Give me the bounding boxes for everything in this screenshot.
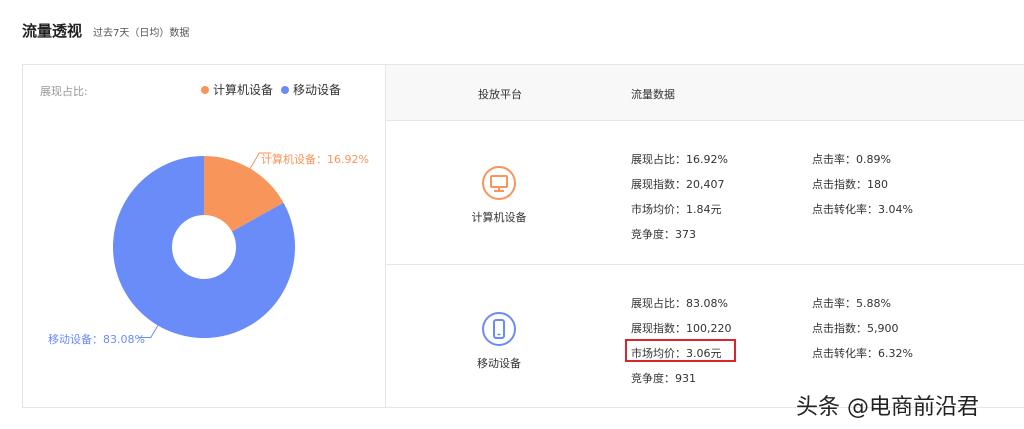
platform-cell-mobile: 移动设备: [464, 311, 534, 371]
stat-share-mobile: 展现占比：83.08%: [631, 297, 728, 310]
traffic-table: 投放平台 流量数据 计算机设备 展现占比：16.92% 展现指数：20,407 …: [386, 65, 1024, 407]
mobile-phone-icon: [482, 312, 516, 346]
share-chart-panel: 展现占比: 计算机设备 移动设备 计算机设备：16.92% 移动设备：83.08…: [23, 65, 386, 407]
page-title: 流量透视: [22, 22, 83, 40]
watermark-text: 头条 @电商前沿君: [796, 395, 979, 420]
stat-clicks-pc: 点击指数：180: [812, 178, 888, 191]
donut-chart: 计算机设备：16.92% 移动设备：83.08%: [48, 152, 369, 346]
table-header: 投放平台 流量数据: [386, 65, 1024, 121]
platform-name-mobile: 移动设备: [477, 357, 521, 370]
desktop-icon: [482, 166, 516, 200]
traffic-panel: 展现占比: 计算机设备 移动设备 计算机设备：16.92% 移动设备：83.08…: [22, 64, 1024, 408]
platform-name-pc: 计算机设备: [471, 211, 527, 224]
page-subtitle: 过去7天（日均）数据: [93, 28, 190, 39]
stat-ctr-pc: 点击率：0.89%: [812, 153, 891, 166]
stat-impressions-pc: 展现指数：20,407: [631, 178, 725, 191]
table-row-mobile: 移动设备 展现占比：83.08% 展现指数：100,220 市场均价：3.06元…: [386, 265, 1024, 407]
stat-competition-mobile: 竞争度：931: [631, 372, 696, 385]
stat-impressions-mobile: 展现指数：100,220: [631, 322, 732, 335]
stat-competition-pc: 竞争度：373: [631, 228, 696, 241]
pie-label-mobile: 移动设备：83.08%: [48, 332, 145, 346]
pie-label-pc: 计算机设备：16.92%: [261, 152, 369, 166]
highlight-box: [625, 339, 736, 362]
column-header-platform: 投放平台: [478, 88, 522, 101]
stat-cvr-mobile: 点击转化率：6.32%: [812, 347, 913, 360]
stat-ctr-mobile: 点击率：5.88%: [812, 297, 891, 310]
platform-cell-pc: 计算机设备: [464, 165, 534, 225]
table-row-pc: 计算机设备 展现占比：16.92% 展现指数：20,407 市场均价：1.84元…: [386, 121, 1024, 265]
stat-share-pc: 展现占比：16.92%: [631, 153, 728, 166]
stat-clicks-mobile: 点击指数：5,900: [812, 322, 899, 335]
stat-cvr-pc: 点击转化率：3.04%: [812, 203, 913, 216]
column-header-data: 流量数据: [631, 88, 675, 101]
stat-avg-price-pc: 市场均价：1.84元: [631, 203, 722, 216]
page-header: 流量透视 过去7天（日均）数据: [22, 20, 189, 41]
